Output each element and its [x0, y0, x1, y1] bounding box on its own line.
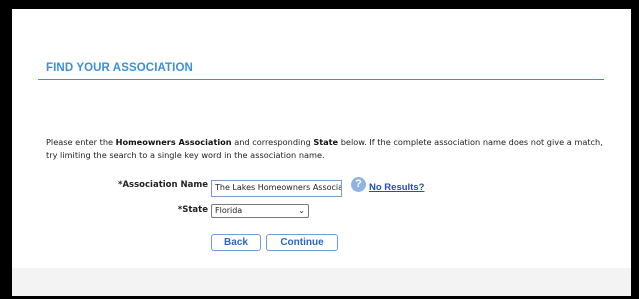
- page-title: FIND YOUR ASSOCIATION: [46, 62, 193, 74]
- no-results-link[interactable]: No Results?: [369, 182, 424, 193]
- instructions-part-2: and corresponding: [231, 137, 314, 147]
- association-name-input[interactable]: The Lakes Homeowners Associa: [211, 180, 342, 197]
- back-button[interactable]: Back: [211, 234, 261, 251]
- instructions-part-1: Please enter the: [46, 137, 116, 147]
- state-select[interactable]: Florida ⌄: [211, 204, 309, 218]
- help-icon[interactable]: ?: [351, 177, 366, 192]
- state-selected-value: Florida: [215, 206, 243, 215]
- footer-strip: [12, 268, 631, 296]
- instructions-text: Please enter the Homeowners Association …: [46, 136, 616, 162]
- instructions-bold-association: Homeowners Association: [115, 137, 232, 147]
- continue-button[interactable]: Continue: [266, 234, 338, 251]
- association-name-label: *Association Name: [118, 180, 208, 190]
- instructions-bold-state: State: [313, 137, 339, 147]
- state-label: *State: [177, 205, 208, 215]
- chevron-down-icon: ⌄: [298, 206, 305, 215]
- title-divider: [38, 79, 604, 80]
